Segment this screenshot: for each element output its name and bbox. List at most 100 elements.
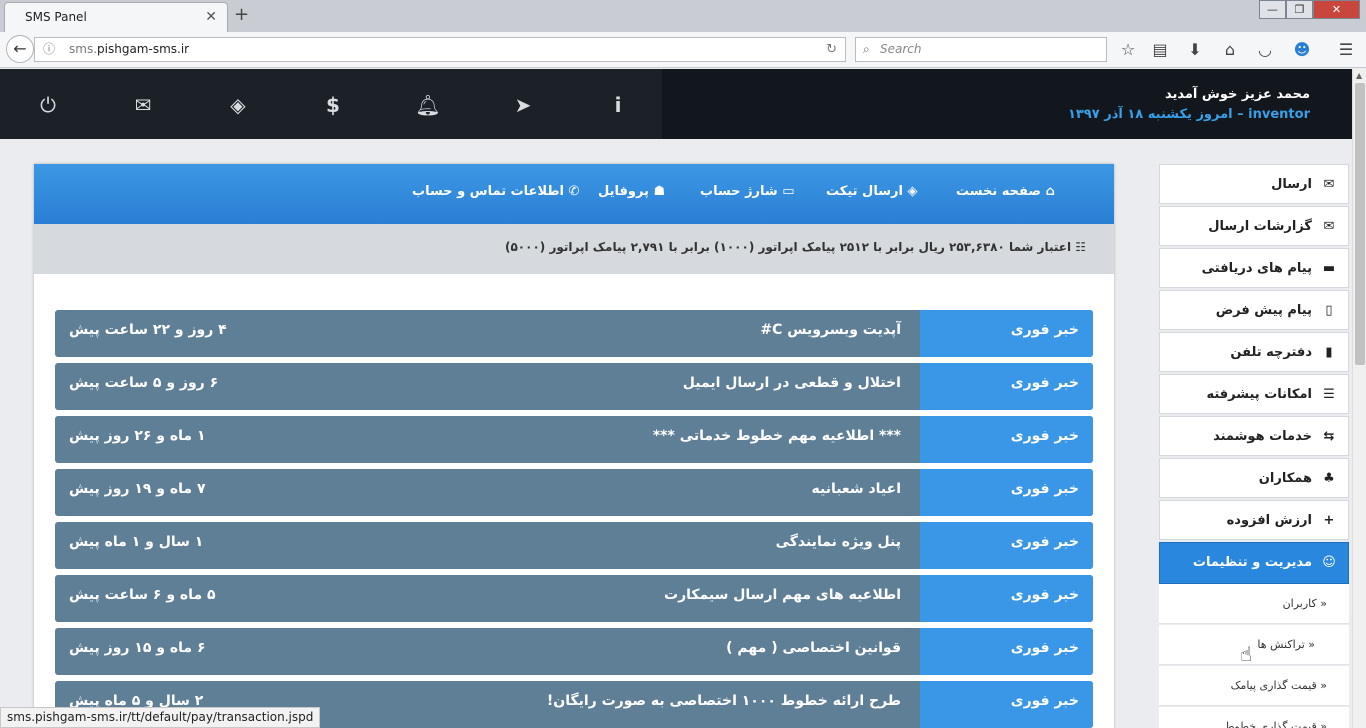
hand-cursor-icon: ☝ — [1240, 642, 1253, 666]
sidebar-item-value-added[interactable]: + ارزش افزوده — [1159, 500, 1349, 540]
web-page: ⏻ ✉ ◈ $ 🔔︎ ➤ i محمد عزیز خوش آمدید inven… — [0, 69, 1366, 728]
sidebar-item-send-reports[interactable]: ✉ گزارشات ارسال — [1159, 206, 1349, 246]
sidebar-item-send[interactable]: ✉ ارسال — [1159, 164, 1349, 204]
status-bar-url: sms.pishgam-sms.ir/tt/default/pay/transa… — [0, 707, 321, 728]
news-label: خبر فوری — [920, 363, 1093, 410]
info-icon[interactable]: i — [603, 93, 633, 117]
sidebar-item-default-message[interactable]: ▯ پیام پیش فرض — [1159, 290, 1349, 330]
menu-charge-label: شارژ حساب — [700, 184, 778, 199]
submenu-users[interactable]: « کاربران — [1159, 584, 1349, 624]
news-title[interactable]: اطلاعیه های مهم ارسال سیمکارت — [664, 587, 901, 603]
tablet-icon: ▯ — [1325, 303, 1333, 318]
sidebar-item-label: دفترچه تلفن — [1230, 345, 1312, 360]
back-arrow-icon[interactable]: ← — [6, 35, 34, 63]
welcome-text: محمد عزیز خوش آمدید — [1164, 87, 1310, 102]
page-scrollbar[interactable]: ▲ — [1352, 69, 1366, 728]
news-time: ۶ ماه و ۱۵ روز پیش — [69, 640, 206, 656]
news-title[interactable]: طرح ارائه خطوط ۱۰۰۰ اختصاصی به صورت رایگ… — [547, 693, 901, 709]
news-title[interactable]: *** اطلاعیه مهم خطوط خدماتی *** — [653, 428, 901, 444]
news-item[interactable]: خبر فوری *** اطلاعیه مهم خطوط خدماتی ***… — [55, 416, 1093, 463]
envelope-icon: ✉ — [1323, 177, 1335, 192]
reload-icon[interactable]: ↻ — [826, 38, 837, 61]
news-title[interactable]: اختلال و قطعی در ارسال ایمیل — [683, 375, 901, 391]
sidebar-item-label: مدیریت و تنظیمات — [1192, 555, 1312, 570]
menu-contact[interactable]: ✆ اطلاعات تماس و حساب — [412, 184, 579, 199]
news-title[interactable]: آپدیت وبسرویس C# — [760, 322, 901, 338]
sidebar-item-smart-services[interactable]: ⇆ خدمات هوشمند — [1159, 416, 1349, 456]
home-icon: ⌂ — [1040, 184, 1055, 199]
menu-charge[interactable]: ▭ شارژ حساب — [700, 184, 795, 199]
download-icon[interactable]: ⬇ — [1185, 40, 1205, 59]
news-time: ۱ ماه و ۲۶ روز پیش — [69, 428, 206, 444]
pocket-icon[interactable]: ◡ — [1255, 40, 1275, 59]
news-time: ۵ ماه و ۶ ساعت پیش — [69, 587, 216, 603]
today-date: – امروز یکشنبه ۱۸ آذر ۱۳۹۷ — [1067, 107, 1244, 122]
menu-hamburger-icon[interactable]: ☰ — [1336, 40, 1356, 59]
envelope-outline-icon: ✉ — [1323, 219, 1335, 234]
home-icon[interactable]: ⌂ — [1220, 40, 1240, 59]
news-title[interactable]: پنل ویژه نمایندگی — [776, 534, 901, 550]
sidebar-item-phonebook[interactable]: ▮ دفترچه تلفن — [1159, 332, 1349, 372]
sidebar-item-label: امکانات پیشرفته — [1206, 387, 1312, 402]
sidebar-item-inbox[interactable]: ▬ پیام های دریافتی — [1159, 248, 1349, 288]
bookmark-star-icon[interactable]: ☆ — [1118, 40, 1138, 59]
sidebar-item-advanced[interactable]: ☰ امکانات پیشرفته — [1159, 374, 1349, 414]
sidebar-item-management[interactable]: ☺ مدیریت و تنظیمات — [1159, 542, 1349, 584]
news-item[interactable]: خبر فوری اعیاد شعبانیه ۷ ماه و ۱۹ روز پی… — [55, 469, 1093, 516]
main-panel: ⌂ صفحه نخست ◈ ارسال تیکت ▭ شارژ حساب ☗ پ… — [34, 164, 1114, 728]
window-controls: — ❐ ✕ — [1259, 0, 1360, 20]
menu-profile[interactable]: ☗ پروفایل — [598, 184, 665, 199]
sidebar-item-label: همکاران — [1258, 471, 1312, 486]
browser-tab[interactable]: SMS Panel ✕ — [4, 2, 228, 32]
minimize-button[interactable]: — — [1259, 0, 1286, 19]
submenu-transactions[interactable]: « تراکنش ها — [1159, 625, 1349, 665]
url-prefix: sms. — [69, 42, 98, 56]
news-item[interactable]: خبر فوری آپدیت وبسرویس C# ۴ روز و ۲۲ ساع… — [55, 310, 1093, 357]
dollar-icon[interactable]: $ — [318, 93, 348, 117]
news-item[interactable]: خبر فوری اطلاعیه های مهم ارسال سیمکارت ۵… — [55, 575, 1093, 622]
news-label: خبر فوری — [920, 681, 1093, 728]
extension-icon[interactable]: ☻ — [1292, 40, 1312, 59]
news-item[interactable]: خبر فوری پنل ویژه نمایندگی ۱ سال و ۱ ماه… — [55, 522, 1093, 569]
close-window-button[interactable]: ✕ — [1313, 0, 1360, 19]
url-bar[interactable]: ⓘ sms.pishgam-sms.ir ↻ — [34, 37, 846, 62]
mail-icon[interactable]: ✉ — [128, 93, 158, 117]
menu-home[interactable]: ⌂ صفحه نخست — [956, 184, 1055, 199]
submenu-sms-pricing[interactable]: « قیمت گذاری پیامک — [1159, 666, 1349, 706]
power-icon[interactable]: ⏻ — [33, 93, 63, 117]
new-tab-button[interactable]: + — [234, 4, 249, 25]
user-date-line: inventor – امروز یکشنبه ۱۸ آذر ۱۳۹۷ — [1068, 107, 1310, 122]
maximize-button[interactable]: ❐ — [1286, 0, 1313, 19]
reading-list-icon[interactable]: ▤ — [1150, 40, 1170, 59]
info-icon[interactable]: ⓘ — [43, 38, 55, 61]
news-item[interactable]: خبر فوری اختلال و قطعی در ارسال ایمیل ۶ … — [55, 363, 1093, 410]
sidebar-item-label: خدمات هوشمند — [1213, 429, 1312, 444]
news-label: خبر فوری — [920, 628, 1093, 675]
scrollbar-thumb[interactable] — [1355, 83, 1365, 365]
user-info-area — [662, 69, 1352, 139]
news-label: خبر فوری — [920, 416, 1093, 463]
scroll-up-arrow-icon[interactable]: ▲ — [1356, 71, 1362, 80]
news-time: ۴ روز و ۲۲ ساعت پیش — [69, 322, 227, 338]
credit-text: اعتبار شما ۲۵۳,۶۳۸۰ ریال برابر با ۲۵۱۲ پ… — [505, 240, 1072, 254]
ticket-icon[interactable]: ◈ — [223, 93, 253, 117]
send-icon[interactable]: ➤ — [508, 93, 538, 117]
ticket-icon: ◈ — [902, 184, 918, 199]
inbox-icon: ▬ — [1322, 261, 1336, 276]
news-title[interactable]: قوانین اختصاصی ( مهم ) — [726, 640, 901, 656]
news-label: خبر فوری — [920, 310, 1093, 357]
submenu-line-pricing[interactable]: « قیمت گذاری خطوط — [1159, 707, 1349, 728]
menu-send-ticket[interactable]: ◈ ارسال تیکت — [826, 184, 917, 199]
news-title[interactable]: اعیاد شعبانیه — [812, 481, 902, 497]
list-icon: ☰ — [1323, 387, 1335, 402]
close-tab-icon[interactable]: ✕ — [205, 3, 217, 31]
search-input[interactable]: ⌕ Search — [855, 37, 1107, 62]
bell-icon[interactable]: 🔔︎ — [413, 93, 443, 117]
sidebar-item-label: پیام های دریافتی — [1201, 261, 1312, 276]
menu-home-label: صفحه نخست — [956, 184, 1041, 199]
sidebar-item-partners[interactable]: ♣ همکاران — [1159, 458, 1349, 498]
browser-tab-bar: SMS Panel ✕ + — ❐ ✕ — [0, 0, 1366, 32]
news-item[interactable]: خبر فوری قوانین اختصاصی ( مهم ) ۶ ماه و … — [55, 628, 1093, 675]
username[interactable]: inventor — [1248, 107, 1310, 122]
news-time: ۷ ماه و ۱۹ روز پیش — [69, 481, 206, 497]
